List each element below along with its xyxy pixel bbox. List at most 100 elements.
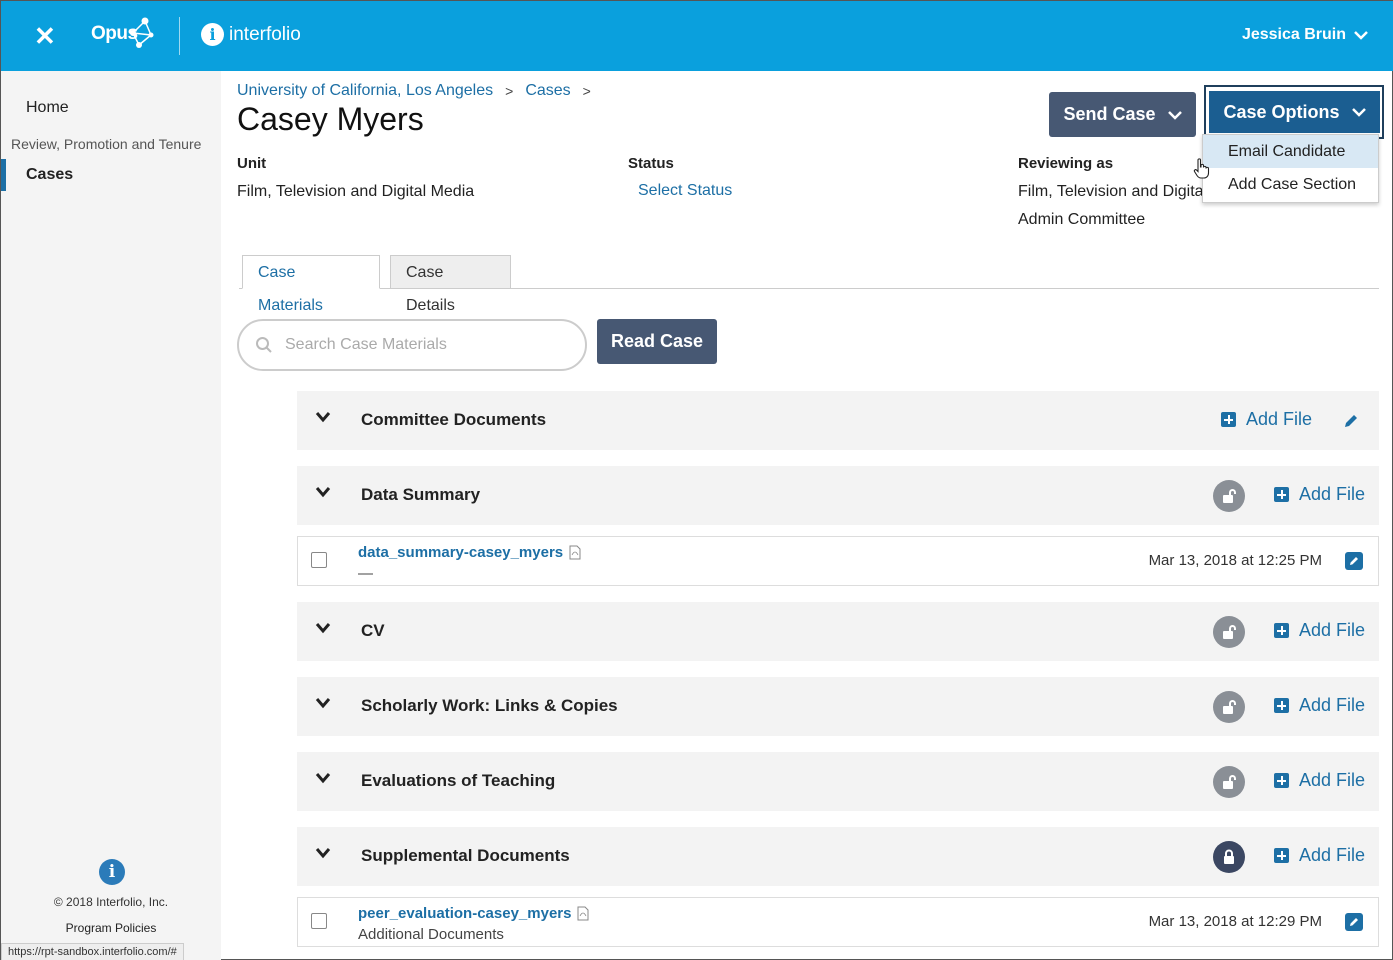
add-file-label: Add File: [1299, 620, 1366, 640]
sidebar-item-cases[interactable]: Cases: [1, 159, 221, 191]
unit-label: Unit: [237, 155, 267, 172]
section-title: Committee Documents: [361, 410, 547, 429]
file-subtitle: Additional Documents: [358, 926, 504, 943]
file-row: data_summary-casey_myers — Mar 13, 2018 …: [297, 536, 1379, 586]
interfolio-info-icon: i: [201, 23, 224, 46]
plus-square-icon: [1274, 487, 1289, 502]
read-case-button[interactable]: Read Case: [597, 319, 717, 364]
chevron-down-icon[interactable]: [315, 847, 331, 859]
unit-value: Film, Television and Digital Media: [237, 183, 475, 200]
page-title: Casey Myers: [237, 101, 424, 137]
send-case-button[interactable]: Send Case: [1049, 92, 1196, 137]
breadcrumb-separator: >: [505, 83, 514, 99]
sidebar-item-home[interactable]: Home: [26, 99, 69, 117]
opus-logo[interactable]: Opus: [91, 17, 154, 48]
chevron-down-icon[interactable]: [315, 697, 331, 709]
send-case-label: Send Case: [1063, 104, 1156, 124]
case-options-button[interactable]: Case Options: [1209, 91, 1380, 133]
plus-square-icon: [1274, 698, 1289, 713]
unlock-icon[interactable]: [1213, 766, 1245, 798]
add-file-button[interactable]: Add File: [1274, 484, 1365, 505]
pencil-icon: [1350, 557, 1358, 565]
plus-square-icon: [1274, 773, 1289, 788]
chevron-down-icon[interactable]: [315, 411, 331, 423]
padlock-open-icon: [1223, 700, 1236, 714]
file-checkbox[interactable]: [311, 913, 327, 929]
pdf-file-icon: [569, 545, 581, 560]
add-file-button[interactable]: Add File: [1274, 695, 1365, 716]
info-icon[interactable]: i: [99, 859, 125, 885]
status-label: Status: [628, 155, 674, 172]
section-committee-documents: Committee Documents Add File: [297, 391, 1379, 450]
pencil-icon: [1350, 918, 1358, 926]
file-name: peer_evaluation-casey_myers: [358, 905, 572, 922]
reviewing-as-label: Reviewing as: [1018, 155, 1114, 172]
select-status-link[interactable]: Select Status: [638, 182, 732, 200]
unlock-icon[interactable]: [1213, 480, 1245, 512]
add-file-button[interactable]: Add File: [1274, 620, 1365, 641]
hand-pointer-icon: [1193, 158, 1210, 179]
copyright-text: © 2018 Interfolio, Inc.: [53, 895, 169, 909]
search-box: [237, 319, 587, 371]
file-row: peer_evaluation-casey_myers Additional D…: [297, 897, 1379, 947]
breadcrumb-cases[interactable]: Cases: [525, 82, 570, 100]
pencil-icon[interactable]: [1342, 412, 1360, 430]
interfolio-logo-text: interfolio: [229, 23, 301, 45]
user-menu[interactable]: Jessica Bruin: [1242, 26, 1368, 44]
chevron-down-icon[interactable]: [315, 622, 331, 634]
file-checkbox[interactable]: [311, 552, 327, 568]
menu-item-add-case-section[interactable]: Add Case Section: [1203, 168, 1378, 201]
tab-case-details[interactable]: Case Details: [390, 255, 511, 314]
section-title: Data Summary: [361, 485, 481, 504]
reviewing-as-value: Film, Television and Digita: [1018, 183, 1204, 200]
section-supplemental-documents: Supplemental Documents Add File: [297, 827, 1379, 886]
section-title: Evaluations of Teaching: [361, 771, 556, 790]
program-policies-link[interactable]: Program Policies: [1, 921, 221, 935]
section-title: CV: [361, 621, 385, 640]
logo-divider: [179, 17, 180, 55]
close-icon[interactable]: ✕: [34, 23, 56, 49]
breadcrumb: University of California, Los Angeles > …: [237, 82, 591, 100]
add-file-label: Add File: [1299, 770, 1366, 790]
section-cv: CV Add File: [297, 602, 1379, 661]
chevron-down-icon[interactable]: [315, 772, 331, 784]
padlock-open-icon: [1223, 489, 1236, 503]
add-file-button[interactable]: Add File: [1221, 409, 1312, 430]
opus-network-icon: [130, 17, 154, 48]
add-file-button[interactable]: Add File: [1274, 770, 1365, 791]
status-bar-url: https://rpt-sandbox.interfolio.com/#: [1, 943, 184, 960]
tab-case-materials[interactable]: Case Materials: [242, 255, 380, 314]
edit-file-icon[interactable]: [1345, 552, 1363, 570]
search-input[interactable]: [285, 336, 555, 354]
add-file-button[interactable]: Add File: [1274, 845, 1365, 866]
section-scholarly-work: Scholarly Work: Links & Copies Add File: [297, 677, 1379, 736]
breadcrumb-university[interactable]: University of California, Los Angeles: [237, 82, 493, 100]
case-options-menu: Email Candidate Add Case Section: [1202, 134, 1379, 203]
add-file-label: Add File: [1246, 409, 1313, 429]
tab-divider: [239, 288, 1379, 289]
chevron-down-icon: [1167, 110, 1182, 120]
chevron-down-icon: [1354, 31, 1368, 40]
unlock-icon[interactable]: [1213, 616, 1245, 648]
unlock-icon[interactable]: [1213, 691, 1245, 723]
interfolio-logo[interactable]: i interfolio: [201, 23, 301, 46]
search-icon: [256, 337, 272, 353]
file-name: data_summary-casey_myers: [358, 544, 564, 561]
add-file-label: Add File: [1299, 695, 1366, 715]
section-title: Supplemental Documents: [361, 846, 570, 865]
edit-file-icon[interactable]: [1345, 913, 1363, 931]
padlock-open-icon: [1223, 775, 1236, 789]
add-file-label: Add File: [1299, 484, 1366, 504]
section-evaluations-of-teaching: Evaluations of Teaching Add File: [297, 752, 1379, 811]
user-name: Jessica Bruin: [1241, 26, 1346, 43]
menu-item-email-candidate[interactable]: Email Candidate: [1203, 135, 1378, 168]
chevron-down-icon[interactable]: [315, 486, 331, 498]
file-link[interactable]: data_summary-casey_myers: [358, 544, 581, 561]
file-link[interactable]: peer_evaluation-casey_myers: [358, 905, 589, 922]
section-data-summary: Data Summary Add File: [297, 466, 1379, 525]
pdf-file-icon: [577, 906, 589, 921]
reviewing-as-committee: Admin Committee: [1018, 211, 1146, 228]
lock-icon[interactable]: [1213, 841, 1245, 873]
top-bar: ✕ Opus i interfolio Jessica Bruin: [1, 1, 1393, 71]
chevron-down-icon: [1351, 108, 1366, 117]
